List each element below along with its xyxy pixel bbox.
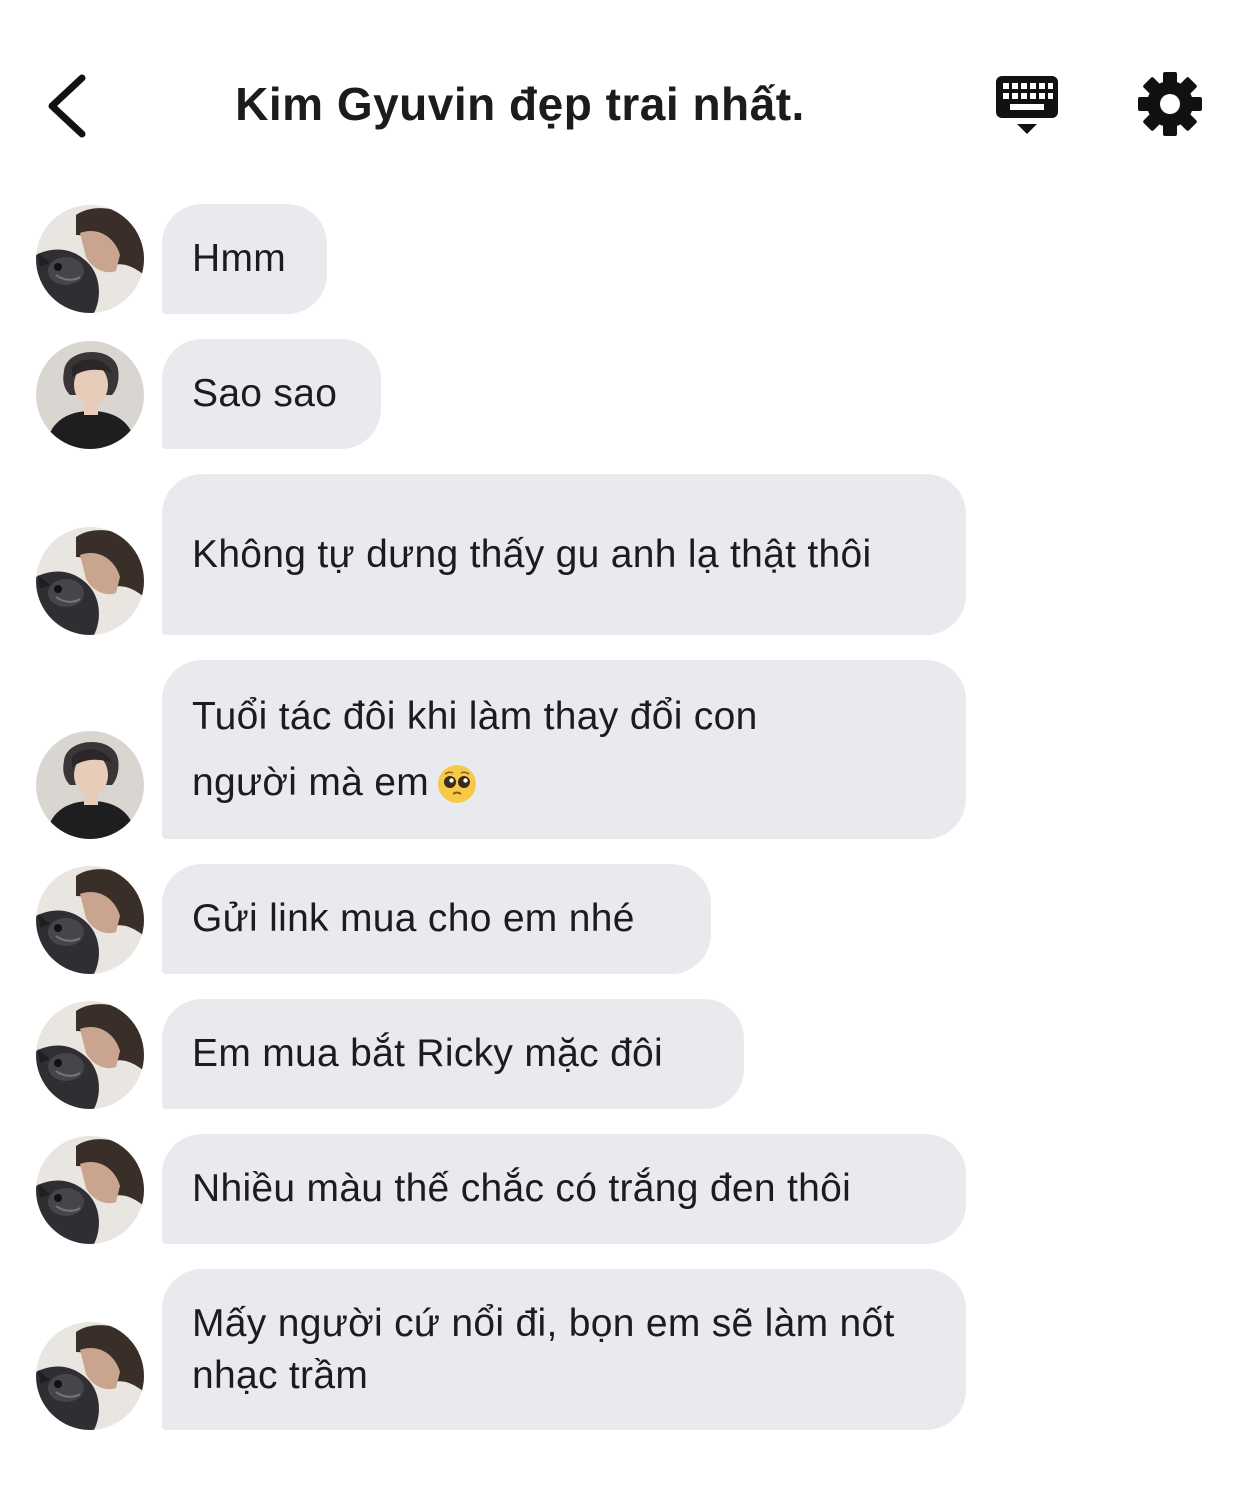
message-text: Sao sao xyxy=(192,372,338,415)
avatar[interactable] xyxy=(36,341,144,449)
settings-button[interactable] xyxy=(1136,70,1204,138)
message-bubble[interactable]: Nhiều màu thế chắc có trắng đen thôi xyxy=(162,1134,966,1244)
message-bubble[interactable]: Hmm xyxy=(162,204,327,314)
message-bubble[interactable]: Sao sao xyxy=(162,339,381,449)
avatar[interactable] xyxy=(36,1322,144,1430)
chat-header: Kim Gyuvin đẹp trai nhất. xyxy=(0,0,1242,190)
keyboard-icon xyxy=(996,76,1058,134)
keyboard-button[interactable] xyxy=(990,72,1064,142)
avatar[interactable] xyxy=(36,527,144,635)
message-text: Em mua bắt Ricky mặc đôi xyxy=(192,1032,664,1075)
avatar[interactable] xyxy=(36,205,144,313)
pleading-face-emoji xyxy=(438,765,477,804)
avatar[interactable] xyxy=(36,866,144,974)
back-button[interactable] xyxy=(38,68,102,144)
gear-icon xyxy=(1138,72,1202,136)
message-bubble[interactable]: Tuổi tác đôi khi làm thay đổi con người … xyxy=(162,660,966,839)
message-bubble[interactable]: Mấy người cứ nổi đi, bọn em sẽ làm nốt n… xyxy=(162,1269,966,1430)
message-bubble[interactable]: Gửi link mua cho em nhé xyxy=(162,864,711,974)
page-title: Kim Gyuvin đẹp trai nhất. xyxy=(235,78,805,130)
message-text: Gửi link mua cho em nhé xyxy=(192,897,635,940)
message-bubble[interactable]: Không tự dưng thấy gu anh lạ thật thôi xyxy=(162,474,966,635)
message-text: Nhiều màu thế chắc có trắng đen thôi xyxy=(192,1167,852,1210)
avatar[interactable] xyxy=(36,731,144,839)
message-text: Hmm xyxy=(192,237,287,280)
message-bubble[interactable]: Em mua bắt Ricky mặc đôi xyxy=(162,999,744,1109)
avatar[interactable] xyxy=(36,1136,144,1244)
message-text: Mấy người cứ nổi đi, bọn em sẽ làm nốt n… xyxy=(192,1301,895,1397)
message-text: Không tự dưng thấy gu anh lạ thật thôi xyxy=(192,532,872,576)
chevron-left-icon xyxy=(48,74,86,138)
avatar[interactable] xyxy=(36,1001,144,1109)
